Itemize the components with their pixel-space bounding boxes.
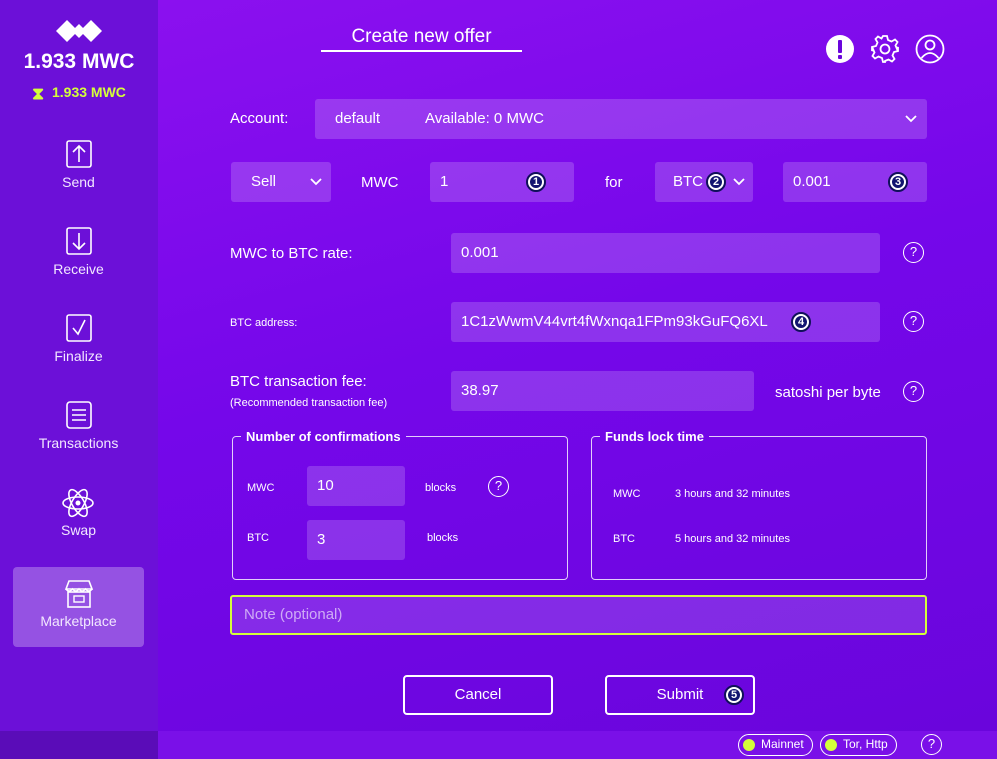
network-status[interactable]: Mainnet [738, 734, 813, 756]
rate-help-icon[interactable]: ? [903, 242, 924, 263]
fee-unit-label: satoshi per byte [775, 384, 881, 401]
confirmations-help-icon[interactable]: ? [488, 476, 509, 497]
transactions-icon [66, 401, 92, 429]
for-label: for [605, 174, 623, 191]
page-title: Create new offer [321, 26, 522, 52]
statusbar-help-icon[interactable]: ? [921, 734, 942, 755]
note-placeholder: Note (optional) [244, 606, 343, 623]
lock-time-btc-label: BTC [613, 533, 635, 545]
btc-address-label: BTC address: [230, 317, 298, 329]
lock-time-mwc-label: MWC [613, 488, 641, 500]
mwc-amount-input[interactable]: 1 1 [430, 162, 574, 202]
note-input[interactable]: Note (optional) [230, 595, 927, 635]
account-available: Available: 0 MWC [425, 110, 544, 127]
mwc-logo-icon [56, 20, 102, 42]
cancel-button-label: Cancel [454, 686, 502, 703]
connection-status[interactable]: Tor, Http [820, 734, 897, 756]
step-badge-4: 4 [791, 312, 811, 332]
btc-confirmations-value: 3 [317, 531, 326, 548]
sidebar-item-label: Swap [60, 522, 97, 538]
cancel-button[interactable]: Cancel [403, 675, 553, 715]
sidebar-item-label: Transactions [38, 435, 119, 451]
step-badge-1: 1 [526, 172, 546, 192]
btc-amount-input[interactable]: 0.001 3 [783, 162, 927, 202]
direction-select[interactable]: Sell [231, 162, 331, 202]
submit-button[interactable]: Submit 5 [605, 675, 755, 715]
sidebar-item-swap[interactable]: Swap [13, 476, 144, 556]
sidebar-item-label: Send [62, 174, 95, 190]
swap-icon [62, 488, 94, 518]
lock-time-btc-value: 5 hours and 32 minutes [675, 533, 790, 545]
btc-address-value: 1C1zWwmV44vrt4fWxnqa1FPm93kGuFQ6XL [461, 313, 768, 330]
lock-time-group: Funds lock time [591, 429, 927, 580]
fee-input[interactable]: 38.97 [451, 371, 754, 411]
network-status-dot-icon [743, 739, 755, 751]
sidebar: 1.933 MWC ⧗ 1.933 MWC Send Receive Finali… [0, 0, 158, 731]
pending-balance: ⧗ 1.933 MWC [0, 84, 158, 104]
chevron-down-icon [733, 178, 745, 186]
network-status-label: Mainnet [761, 737, 804, 751]
step-badge-5: 5 [724, 685, 744, 705]
send-icon [66, 140, 92, 168]
lock-time-mwc-value: 3 hours and 32 minutes [675, 488, 790, 500]
confirmations-btc-label: BTC [247, 532, 269, 544]
step-badge-2: 2 [706, 172, 726, 192]
settings-gear-icon[interactable] [870, 34, 900, 64]
mwc-confirmations-input[interactable]: 10 [307, 466, 405, 506]
step-badge-3: 3 [888, 172, 908, 192]
currency-select[interactable]: BTC 2 [655, 162, 753, 202]
mwc-blocks-label: blocks [425, 482, 457, 494]
btc-confirmations-input[interactable]: 3 [307, 520, 405, 560]
fee-sublabel: (Recommended transaction fee) [230, 397, 388, 409]
lock-time-title: Funds lock time [605, 429, 704, 444]
sidebar-item-label: Finalize [54, 348, 103, 364]
user-account-icon[interactable] [915, 34, 945, 64]
rate-value: 0.001 [461, 244, 499, 261]
btc-amount-value: 0.001 [793, 173, 831, 190]
mwc-currency-label: MWC [361, 174, 399, 191]
btc-address-input[interactable]: 1C1zWwmV44vrt4fWxnqa1FPm93kGuFQ6XL 4 [451, 302, 880, 342]
mwc-amount-value: 1 [440, 173, 449, 190]
pending-balance-value: 1.933 MWC [52, 84, 126, 100]
marketplace-icon [64, 580, 94, 608]
status-bar-left-strip [0, 731, 158, 759]
mwc-confirmations-value: 10 [317, 477, 334, 494]
chevron-down-icon [905, 115, 917, 123]
hourglass-icon: ⧗ [32, 84, 44, 103]
sidebar-item-send[interactable]: Send [13, 128, 144, 208]
sidebar-item-finalize[interactable]: Finalize [13, 302, 144, 382]
sidebar-item-marketplace[interactable]: Marketplace [13, 567, 144, 647]
sidebar-item-receive[interactable]: Receive [13, 215, 144, 295]
connection-status-dot-icon [825, 739, 837, 751]
sidebar-item-label: Receive [53, 261, 104, 277]
rate-label: MWC to BTC rate: [230, 245, 353, 262]
account-name: default [335, 110, 381, 127]
address-help-icon[interactable]: ? [903, 311, 924, 332]
receive-icon [66, 227, 92, 255]
connection-status-label: Tor, Http [843, 737, 888, 751]
currency-value: BTC [673, 173, 703, 190]
direction-value: Sell [251, 173, 277, 190]
account-select[interactable]: default Available: 0 MWC [315, 99, 927, 139]
fee-help-icon[interactable]: ? [903, 381, 924, 402]
confirmations-title: Number of confirmations [246, 429, 401, 444]
account-label: Account: [230, 110, 289, 127]
btc-blocks-label: blocks [427, 532, 459, 544]
chevron-down-icon [310, 178, 322, 186]
sidebar-item-transactions[interactable]: Transactions [13, 389, 144, 469]
alert-icon[interactable] [825, 34, 855, 64]
sidebar-item-label: Marketplace [40, 613, 117, 629]
fee-label: BTC transaction fee: [230, 373, 367, 390]
fee-value: 38.97 [461, 382, 499, 399]
confirmations-mwc-label: MWC [247, 482, 275, 494]
rate-input[interactable]: 0.001 [451, 233, 880, 273]
finalize-icon [66, 314, 92, 342]
submit-button-label: Submit [656, 686, 704, 703]
wallet-balance: 1.933 MWC [23, 50, 135, 73]
